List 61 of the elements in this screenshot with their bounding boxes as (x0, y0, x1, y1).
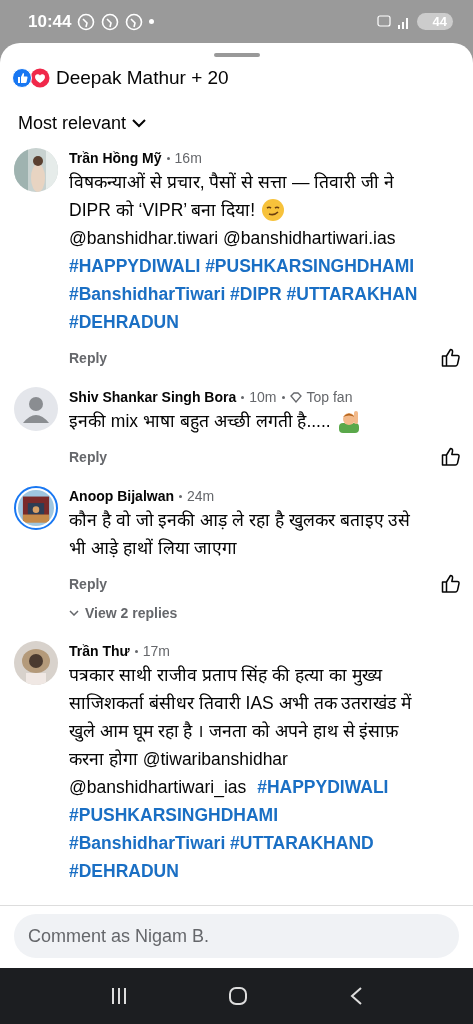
hashtag-link[interactable]: #HAPPYDIWALI #PUSHKARSINGHDHAMI (69, 252, 415, 280)
separator-dot (134, 649, 138, 653)
recent-apps-icon[interactable] (110, 987, 129, 1005)
separator-dot (281, 395, 285, 399)
comment-text: इनकी mix भाषा बहुत अच्छी लगती है..... (69, 410, 331, 435)
dot-icon (149, 19, 155, 24)
comment-text: भी आड़े हाथों लिया जाएगा (69, 537, 238, 560)
hashtag-link[interactable]: #DEHRADUN (69, 857, 179, 885)
comment-text: विषकन्याओं से प्रचार, पैसों से सत्ता — तिवारी जी ने (69, 171, 395, 194)
back-icon[interactable] (348, 986, 363, 1006)
comment-text: पत्रकार साथी राजीव प्रताप सिंह की हत्या का मुख्य (69, 664, 382, 688)
smirk-emoji-icon (261, 198, 286, 222)
hashtag-link[interactable]: #DEHRADUN (69, 308, 179, 336)
network-icon (376, 14, 391, 29)
comment-text: DIPR को ‘VIPR’ बना दिया! (69, 199, 256, 222)
notification-icon (77, 12, 96, 31)
comment-text: कौन है वो जो इनकी आड़ ले रहा है खुलकर बताइए उसे (69, 509, 411, 533)
comment-text: @banshidhar.tiwari @banshidhartiwari.ias (69, 227, 396, 250)
comment-text: खुले आम घूम रहा है । जनता को अपने हाथ से इंसाफ़ (69, 720, 400, 744)
author-name[interactable]: Anoop Bijalwan (69, 488, 174, 504)
top-fan-label: Top fan (306, 389, 353, 405)
notification-icon (125, 12, 144, 31)
comment-text: @banshidhartiwari_ias (69, 776, 248, 800)
notification-icon (101, 12, 120, 31)
hashtag-link[interactable]: #HAPPYDIWALI (257, 773, 389, 801)
avatar[interactable] (14, 641, 58, 685)
thumbs-up-icon[interactable] (441, 447, 461, 466)
timestamp: 24m (187, 488, 215, 504)
separator-dot (166, 156, 170, 160)
thumbs-up-icon[interactable] (441, 574, 461, 593)
comment-text: साजिशकर्ता बंसीधर तिवारी IAS अभी तक उतराखंड में (69, 692, 412, 715)
view-replies-link[interactable]: View 2 replies (69, 605, 178, 621)
author-name[interactable]: Trần Hồng Mỹ (69, 150, 162, 166)
clock: 10:44 (28, 11, 72, 32)
avatar[interactable] (14, 486, 58, 530)
avatar[interactable] (14, 148, 58, 192)
hashtag-link[interactable]: #PUSHKARSINGHDHAMI (69, 801, 279, 829)
reply-link[interactable]: Reply (69, 575, 108, 592)
reply-link[interactable]: Reply (69, 349, 108, 366)
diamond-icon (289, 391, 302, 403)
sort-dropdown[interactable]: Most relevant (18, 113, 473, 134)
timestamp: 16m (174, 150, 202, 166)
comment-text: करना होगा @tiwaribanshidhar (69, 748, 288, 771)
reaction-icons (12, 68, 50, 88)
person-raising-hand-icon (336, 409, 361, 433)
home-icon[interactable] (228, 986, 249, 1006)
author-name[interactable]: Shiv Shankar Singh Bora (69, 389, 237, 405)
separator-dot (241, 395, 245, 399)
chevron-down-icon (132, 119, 147, 128)
comment-input[interactable]: Comment as Nigam B. (14, 914, 459, 958)
author-name[interactable]: Trần Thư (69, 643, 130, 659)
separator-dot (179, 494, 182, 498)
timestamp: 10m (249, 389, 277, 405)
timestamp: 17m (142, 643, 170, 659)
chevron-down-icon (69, 610, 79, 616)
reactions-summary[interactable]: Deepak Mathur + 20 (56, 67, 229, 89)
reply-link[interactable]: Reply (69, 448, 108, 465)
hashtag-link[interactable]: #BanshidharTiwari #DIPR #UTTARAKHAN (69, 280, 418, 308)
drag-handle[interactable] (213, 53, 260, 57)
thumbs-up-icon[interactable] (441, 348, 461, 367)
hashtag-link[interactable]: #BanshidharTiwari #UTTARAKHAND (69, 829, 374, 857)
